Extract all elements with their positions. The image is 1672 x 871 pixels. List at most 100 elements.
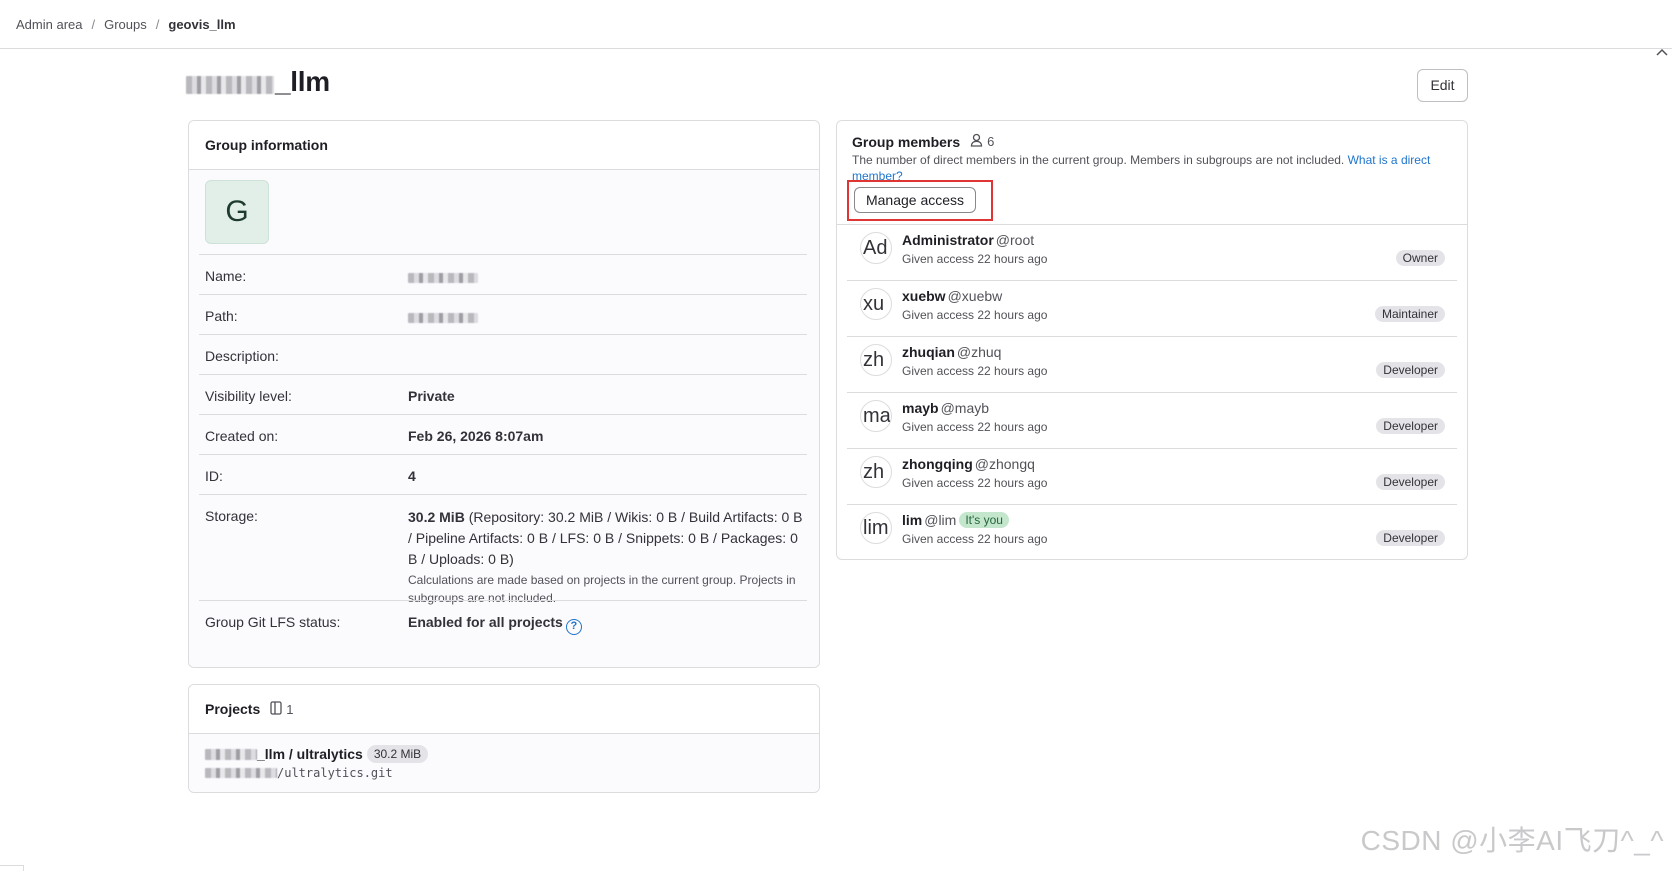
info-row-created: Created on: Feb 26, 2026 8:07am bbox=[199, 414, 807, 454]
role-badge: Developer bbox=[1376, 362, 1445, 378]
breadcrumb-current-group[interactable]: geovis_llm bbox=[168, 17, 235, 32]
breadcrumb-separator: / bbox=[91, 17, 96, 32]
storage-value: 30.2 MiB (Repository: 30.2 MiB / Wikis: … bbox=[408, 507, 806, 607]
member-name: mayb @mayb bbox=[902, 400, 989, 416]
member-name: zhuqian @zhuq bbox=[902, 344, 1001, 360]
info-row-storage: Storage: 30.2 MiB (Repository: 30.2 MiB … bbox=[199, 494, 807, 605]
project-size-badge: 30.2 MiB bbox=[366, 745, 429, 763]
member-username: @zhongq bbox=[974, 456, 1035, 472]
info-row-visibility: Visibility level: Private bbox=[199, 374, 807, 414]
created-label: Created on: bbox=[205, 428, 279, 444]
visibility-value: Private bbox=[408, 388, 455, 404]
member-name: Administrator @root bbox=[902, 232, 1034, 248]
user-icon bbox=[970, 133, 983, 150]
redacted-project-path bbox=[205, 768, 277, 778]
breadcrumb-separator: / bbox=[155, 17, 160, 32]
project-name-text[interactable]: _llm / ultralytics bbox=[257, 746, 363, 762]
chevron-up-icon[interactable] bbox=[1656, 46, 1668, 60]
member-row: Ad Administrator @root Given access 22 ho… bbox=[847, 225, 1457, 281]
projects-title: Projects bbox=[205, 701, 261, 717]
member-display-name[interactable]: zhuqian bbox=[902, 344, 955, 360]
name-label: Name: bbox=[205, 268, 247, 284]
avatar[interactable]: xu bbox=[860, 288, 892, 320]
corner-tab bbox=[0, 865, 24, 871]
member-access-time: Given access 22 hours ago bbox=[902, 308, 1048, 322]
group-members-title-text: Group members bbox=[852, 133, 961, 150]
visibility-label: Visibility level: bbox=[205, 388, 292, 404]
created-value: Feb 26, 2026 8:07am bbox=[408, 428, 544, 444]
member-access-time: Given access 22 hours ago bbox=[902, 420, 1048, 434]
member-display-name[interactable]: mayb bbox=[902, 400, 939, 416]
lfs-label: Group Git LFS status: bbox=[205, 614, 341, 630]
member-access-time: Given access 22 hours ago bbox=[902, 476, 1048, 490]
id-value: 4 bbox=[408, 468, 416, 484]
path-label: Path: bbox=[205, 308, 238, 324]
member-row: zh zhongqing @zhongq Given access 22 hour… bbox=[847, 449, 1457, 505]
page-title: _llm bbox=[186, 66, 330, 98]
member-display-name[interactable]: xuebw bbox=[902, 288, 946, 304]
info-row-lfs: Group Git LFS status: Enabled for all pr… bbox=[199, 600, 807, 642]
project-path: /ultralytics.git bbox=[205, 766, 428, 780]
member-username: @lim bbox=[924, 512, 957, 528]
member-name: xuebw @xuebw bbox=[902, 288, 1002, 304]
member-row: zh zhuqian @zhuq Given access 22 hours ag… bbox=[847, 337, 1457, 393]
avatar[interactable]: zh bbox=[860, 456, 892, 488]
edit-button[interactable]: Edit bbox=[1417, 69, 1468, 102]
projects-count-value: 1 bbox=[286, 701, 294, 717]
projects-count: 1 bbox=[270, 700, 294, 718]
breadcrumb-groups[interactable]: Groups bbox=[104, 17, 147, 32]
members-description-text: The number of direct members in the curr… bbox=[852, 153, 1348, 167]
project-name[interactable]: _llm / ultralytics 30.2 MiB bbox=[205, 745, 429, 763]
role-badge: Developer bbox=[1376, 418, 1445, 434]
member-access-time: Given access 22 hours ago bbox=[902, 364, 1048, 378]
member-display-name[interactable]: lim bbox=[902, 512, 922, 528]
member-name: zhongqing @zhongq bbox=[902, 456, 1035, 472]
member-username: @xuebw bbox=[947, 288, 1003, 304]
group-members-card: Group members 6 The number of direct mem… bbox=[836, 120, 1468, 560]
member-display-name[interactable]: Administrator bbox=[902, 232, 994, 248]
group-members-header: Group members 6 The number of direct mem… bbox=[837, 121, 1467, 225]
highlight-box: Manage access bbox=[847, 180, 993, 221]
group-avatar: G bbox=[205, 180, 269, 244]
watermark: CSDN @小李AI飞刀^_^ bbox=[1360, 825, 1664, 856]
avatar[interactable]: lim bbox=[860, 512, 892, 544]
redacted-group-name bbox=[186, 76, 274, 94]
project-item[interactable]: _llm / ultralytics 30.2 MiB /ultralytics… bbox=[205, 745, 429, 780]
projects-header: Projects 1 bbox=[189, 685, 819, 734]
member-access-time: Given access 22 hours ago bbox=[902, 252, 1048, 266]
avatar[interactable]: zh bbox=[860, 344, 892, 376]
member-name: lim @lim It's you bbox=[902, 512, 1009, 528]
description-label: Description: bbox=[205, 348, 279, 364]
info-row-path: Path: bbox=[199, 294, 807, 334]
info-row-name: Name: bbox=[199, 254, 807, 294]
group-information-header: Group information bbox=[189, 121, 819, 170]
path-value-redacted bbox=[408, 310, 478, 326]
members-count: 6 bbox=[970, 133, 994, 150]
storage-detail: (Repository: 30.2 MiB / Wikis: 0 B / Bui… bbox=[408, 509, 803, 567]
members-list: Ad Administrator @root Given access 22 ho… bbox=[837, 225, 1467, 559]
role-badge: Developer bbox=[1376, 530, 1445, 546]
breadcrumb: Admin area / Groups / geovis_llm bbox=[16, 17, 236, 32]
member-access-time: Given access 22 hours ago bbox=[902, 532, 1048, 546]
page-title-text: _llm bbox=[275, 66, 330, 97]
manage-access-button[interactable]: Manage access bbox=[854, 187, 976, 213]
role-badge: Owner bbox=[1395, 250, 1445, 266]
projects-card: Projects 1 _llm / ultralytics 30.2 MiB /… bbox=[188, 684, 820, 793]
top-bar: Admin area / Groups / geovis_llm bbox=[0, 0, 1672, 49]
breadcrumb-admin-area[interactable]: Admin area bbox=[16, 17, 82, 32]
role-badge: Developer bbox=[1376, 474, 1445, 490]
id-label: ID: bbox=[205, 468, 223, 484]
question-circle-icon[interactable]: ? bbox=[565, 619, 582, 635]
storage-label: Storage: bbox=[205, 508, 258, 524]
group-information-card: Group information G Name: Path: Descript… bbox=[188, 120, 820, 668]
member-row: xu xuebw @xuebw Given access 22 hours ago… bbox=[847, 281, 1457, 337]
redacted-project-namespace bbox=[205, 748, 257, 760]
members-count-value: 6 bbox=[987, 134, 995, 149]
member-row: lim lim @lim It's you Given access 22 hour… bbox=[847, 505, 1457, 559]
group-members-title: Group members 6 bbox=[852, 133, 994, 150]
member-display-name[interactable]: zhongqing bbox=[902, 456, 973, 472]
info-row-description: Description: bbox=[199, 334, 807, 374]
name-value-redacted bbox=[408, 270, 478, 286]
avatar[interactable]: Ad bbox=[860, 232, 892, 264]
avatar[interactable]: ma bbox=[860, 400, 892, 432]
